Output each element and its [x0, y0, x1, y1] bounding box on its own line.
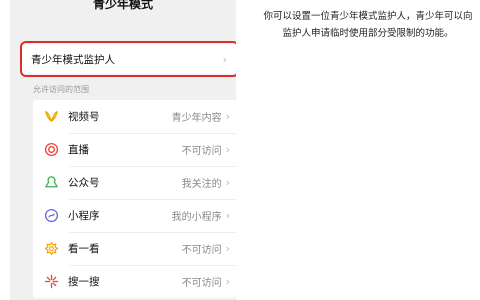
list-item-channels[interactable]: 视频号 青少年内容 ›: [33, 100, 236, 133]
chevron-right-icon: ›: [225, 176, 230, 189]
guardian-label: 青少年模式监护人: [31, 53, 115, 66]
phone-screen: 青少年模式 青少年模式监护人 › 允许访问的范围 视频号 青少年内容 › 直播 …: [10, 0, 236, 300]
list-item-top-stories[interactable]: 看一看 不可访问 ›: [33, 232, 236, 265]
list-item-value: 我关注的: [181, 179, 222, 190]
chevron-right-icon: ›: [225, 275, 230, 288]
chevron-right-icon: ›: [225, 242, 230, 255]
list-item-label: 视频号: [68, 111, 100, 123]
guardian-setting-row[interactable]: 青少年模式监护人 ›: [22, 44, 236, 74]
channels-icon: [43, 109, 59, 125]
chevron-right-icon: ›: [222, 52, 227, 66]
search-icon: [43, 274, 59, 290]
live-icon: [43, 142, 59, 158]
list-item-official-accounts[interactable]: 公众号 我关注的 ›: [33, 166, 236, 199]
chevron-right-icon: ›: [225, 110, 230, 123]
list-item-label: 公众号: [68, 177, 100, 189]
list-item-label: 小程序: [68, 210, 100, 222]
list-item-search[interactable]: 搜一搜 不可访问 ›: [33, 265, 236, 298]
top-stories-icon: [43, 241, 59, 257]
list-item-label: 看一看: [68, 243, 100, 255]
mini-program-icon: [43, 208, 59, 224]
official-account-icon: [43, 175, 59, 191]
list-item-label: 搜一搜: [68, 276, 100, 288]
list-item-value: 不可访问: [181, 146, 222, 157]
list-item-live[interactable]: 直播 不可访问 ›: [33, 133, 236, 166]
chevron-right-icon: ›: [225, 209, 230, 222]
list-item-label: 直播: [68, 144, 89, 156]
list-item-value: 不可访问: [181, 278, 222, 289]
guardian-description: 你可以设置一位青少年模式监护人，青少年可以向监护人申请临时使用部分受限制的功能。: [263, 11, 473, 39]
section-label: 允许访问的范围: [33, 85, 89, 94]
list-item-value: 我的小程序: [171, 212, 222, 223]
list-item-value: 不可访问: [181, 245, 222, 256]
list-item-value: 青少年内容: [171, 113, 222, 124]
list-item-mini-programs[interactable]: 小程序 我的小程序 ›: [33, 199, 236, 232]
access-scope-list: 视频号 青少年内容 › 直播 不可访问 › 公众号 我关注的 › 小程序 我的小…: [33, 100, 236, 298]
page-title: 青少年模式: [92, 0, 153, 11]
chevron-right-icon: ›: [225, 143, 230, 156]
